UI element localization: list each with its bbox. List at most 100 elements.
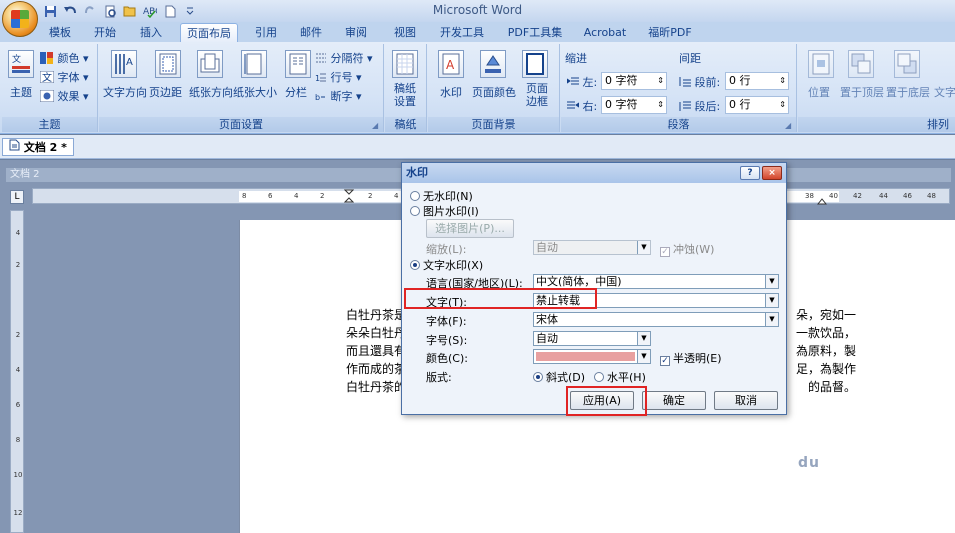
language-select[interactable]: 中文(简体，中国) ▼: [533, 274, 779, 289]
scale-select[interactable]: 自动 ▼: [533, 240, 651, 255]
language-value: 中文(简体，中国): [536, 275, 622, 288]
position-icon[interactable]: [808, 50, 834, 78]
right-indent-marker-icon[interactable]: [816, 195, 828, 208]
group-page-setup-label: 页面设置: [99, 117, 383, 132]
theme-icon[interactable]: 文: [8, 50, 34, 78]
indent-right-input[interactable]: 0 字符 ⇕: [601, 96, 667, 114]
diagonal-radio[interactable]: 斜式(D): [533, 369, 585, 385]
tab-review[interactable]: 审阅: [341, 23, 371, 42]
hyphenation-button[interactable]: b 断字 ▾: [315, 88, 362, 105]
ruler-tick: 4: [15, 366, 21, 374]
ruler-tick: 2: [15, 261, 21, 269]
page-color-button[interactable]: 页面颜色: [472, 84, 516, 100]
text-watermark-radio[interactable]: 文字水印(X): [410, 257, 483, 273]
text-wrap-button[interactable]: 文字: [934, 84, 955, 100]
help-button[interactable]: ?: [740, 166, 760, 180]
ok-button[interactable]: 确定: [642, 391, 706, 410]
send-back-icon[interactable]: [894, 50, 920, 78]
size-select[interactable]: 自动 ▼: [533, 331, 651, 346]
semitransparent-label: 半透明(E): [673, 352, 722, 365]
orientation-button[interactable]: 纸张方向: [189, 84, 233, 100]
language-label: 语言(国家/地区)(L):: [426, 277, 523, 290]
orientation-icon[interactable]: [197, 50, 223, 78]
svg-text:文: 文: [12, 53, 21, 65]
line-left: 白牡丹茶是: [346, 308, 407, 322]
columns-button[interactable]: 分栏: [285, 84, 307, 100]
tab-pdf-tools[interactable]: PDF工具集: [505, 23, 565, 42]
spacing-before-input[interactable]: 0 行 ⇕: [725, 72, 789, 90]
group-arrange: 位置 置于顶层 置于底层 文字 排列: [798, 44, 955, 132]
text-combobox[interactable]: 禁止转载 ▼: [533, 293, 779, 308]
indent-left-input[interactable]: 0 字符 ⇕: [601, 72, 667, 90]
watermark-button[interactable]: 水印: [440, 84, 462, 100]
horizontal-radio[interactable]: 水平(H): [594, 369, 646, 385]
spacing-before-label: 段前:: [679, 74, 720, 90]
effects-icon: [39, 89, 55, 105]
washout-checkbox[interactable]: ✓ 冲蚀(W): [660, 241, 714, 257]
cancel-button[interactable]: 取消: [714, 391, 778, 410]
watermark-icon[interactable]: A: [438, 50, 464, 78]
effects-button[interactable]: 效果 ▾: [39, 88, 89, 105]
apply-button[interactable]: 应用(A): [570, 391, 634, 410]
ruler-tick: 38: [805, 192, 814, 200]
text-direction-icon[interactable]: A: [111, 50, 137, 78]
tab-foxit-pdf[interactable]: 福昕PDF: [645, 23, 695, 42]
tab-selector-button[interactable]: L: [10, 190, 24, 204]
scale-value: 自动: [536, 241, 558, 254]
bring-front-button[interactable]: 置于顶层: [840, 84, 884, 100]
close-button[interactable]: ×: [762, 166, 782, 180]
text-label: 文字(T):: [426, 296, 468, 309]
indent-right-label: 右:: [567, 98, 597, 114]
text-direction-button[interactable]: 文字方向: [103, 84, 147, 100]
draft-paper-icon[interactable]: [392, 50, 418, 78]
diagonal-label: 斜式(D): [546, 371, 586, 384]
dialog-title-bar[interactable]: 水印 ? ×: [402, 163, 786, 183]
document-tab[interactable]: 文档 2 *: [2, 138, 74, 156]
colors-button[interactable]: 颜色 ▾: [40, 50, 89, 67]
svg-text:b: b: [315, 93, 320, 102]
paragraph-launcher-icon[interactable]: ◢: [785, 121, 794, 130]
send-back-button[interactable]: 置于底层: [886, 84, 930, 100]
tab-page-layout[interactable]: 页面布局: [180, 23, 238, 42]
color-select[interactable]: ▼: [533, 349, 651, 364]
baidu-logo-jy: 经验: [823, 446, 890, 484]
vertical-ruler[interactable]: 4 2 2 4 6 8 10 12: [10, 210, 24, 533]
picture-watermark-radio[interactable]: 图片水印(I): [410, 203, 479, 219]
tab-acrobat[interactable]: Acrobat: [580, 23, 630, 42]
tab-developer[interactable]: 开发工具: [436, 23, 488, 42]
theme-button[interactable]: 主题: [10, 84, 32, 100]
bring-front-icon[interactable]: [848, 50, 874, 78]
page-border-icon[interactable]: [522, 50, 548, 78]
indent-marker-icon[interactable]: [343, 189, 355, 206]
office-button[interactable]: [2, 1, 38, 37]
tab-template[interactable]: 模板: [45, 23, 75, 42]
page-color-icon[interactable]: [480, 50, 506, 78]
line-numbers-button[interactable]: 1 行号 ▾: [315, 69, 362, 86]
tab-insert[interactable]: 插入: [136, 23, 166, 42]
fonts-button[interactable]: 文 字体 ▾: [39, 69, 89, 86]
draft-setup-button[interactable]: 稿纸 设置: [394, 82, 416, 108]
tab-view[interactable]: 视图: [390, 23, 420, 42]
font-select[interactable]: 宋体 ▼: [533, 312, 779, 327]
color-swatch: [536, 352, 635, 361]
radio-selected-icon: [410, 260, 420, 270]
paper-size-icon[interactable]: [241, 50, 267, 78]
tab-mailings[interactable]: 邮件: [296, 23, 326, 42]
office-logo-icon: [11, 10, 29, 28]
no-watermark-radio[interactable]: 无水印(N): [410, 188, 473, 204]
ruler-tick: 44: [879, 192, 888, 200]
tab-references[interactable]: 引用: [251, 23, 281, 42]
spacing-before-icon: [679, 76, 691, 90]
spacing-after-input[interactable]: 0 行 ⇕: [725, 96, 789, 114]
select-picture-button[interactable]: 选择图片(P)...: [426, 219, 514, 238]
margins-icon[interactable]: [155, 50, 181, 78]
tab-home[interactable]: 开始: [90, 23, 120, 42]
margins-button[interactable]: 页边距: [149, 84, 182, 100]
breaks-button[interactable]: 分隔符 ▾: [315, 50, 373, 67]
page-setup-launcher-icon[interactable]: ◢: [372, 121, 381, 130]
page-border-button[interactable]: 页面 边框: [526, 82, 548, 108]
semitransparent-checkbox[interactable]: ✓ 半透明(E): [660, 350, 722, 366]
paper-size-button[interactable]: 纸张大小: [233, 84, 277, 100]
columns-icon[interactable]: [285, 50, 311, 78]
position-button[interactable]: 位置: [808, 84, 830, 100]
